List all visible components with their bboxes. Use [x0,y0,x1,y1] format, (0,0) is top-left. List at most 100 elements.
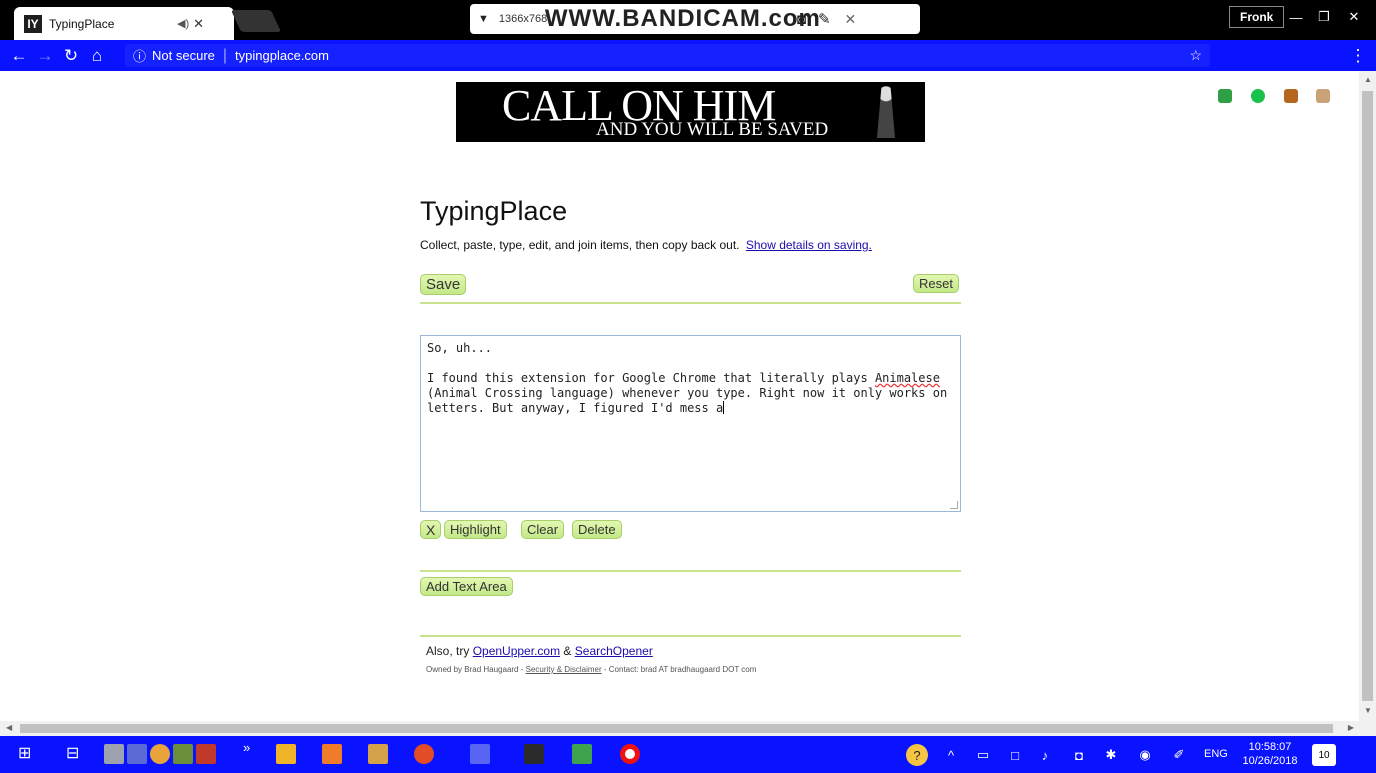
page-title: TypingPlace [420,196,568,226]
language-indicator[interactable]: ENG [1204,748,1228,760]
overflow-chevron-icon[interactable]: » [243,740,250,755]
toolbar: ← → ↻ ⌂ ⓘ Not secure | typingplace.com ☆… [0,40,1376,103]
contact-text: - Contact: brad AT bradhaugaard DOT com [603,665,757,674]
text-line: (Animal Crossing language) whenever you … [427,386,948,415]
extension-icon[interactable] [1284,89,1298,103]
record-tray-icon[interactable]: ◉ [1134,744,1156,766]
banner-figure-image [877,86,895,138]
keyboard-icon[interactable]: ▭ [972,744,994,766]
discord-icon[interactable] [470,744,490,764]
also-prefix: Also, try [426,644,470,658]
info-icon[interactable]: ⓘ [133,46,146,65]
system-clock[interactable]: 10:58:07 10/26/2018 [1238,740,1302,768]
url-text[interactable]: typingplace.com [235,48,329,63]
tab-title: TypingPlace [49,16,115,31]
scroll-down-icon[interactable]: ▼ [1364,706,1372,715]
reload-icon[interactable]: ↻ [58,46,84,66]
description-text: Collect, paste, type, edit, and join ite… [420,238,740,252]
horizontal-scroll-thumb[interactable] [20,724,1333,733]
security-label[interactable]: Not secure [152,48,215,63]
close-window-icon[interactable]: ✕ [1340,6,1368,28]
add-text-area-button[interactable]: Add Text Area [420,577,513,596]
scroll-left-icon[interactable]: ◀ [6,723,12,732]
notifications-icon[interactable]: 10 [1312,744,1336,766]
discord-tray-icon[interactable]: ◘ [1068,744,1090,766]
new-tab-button[interactable] [230,10,282,32]
tab-close-icon[interactable]: ✕ [193,16,204,32]
security-disclaimer-link[interactable]: Security & Disclaimer [526,665,602,674]
minecraft-icon[interactable] [173,744,193,764]
back-arrow-icon[interactable]: ← [6,46,32,66]
volume-icon[interactable]: ♪ [1034,744,1056,766]
openupper-link[interactable]: OpenUpper.com [473,644,560,658]
minimize-icon[interactable]: — [1282,6,1310,28]
divider [420,570,961,572]
text-caret [723,401,725,414]
windows-start-icon[interactable]: ⊞ [18,743,31,763]
app-icon[interactable] [196,744,216,764]
text-line: I found this extension for Google Chrome… [427,371,875,385]
help-icon[interactable]: ? [906,744,928,766]
bandicam-dropdown-icon[interactable]: ▼ [478,13,489,25]
scroll-up-icon[interactable]: ▲ [1364,75,1372,84]
menu-dots-icon[interactable]: ⋮ [1345,46,1371,66]
app-icon[interactable] [104,744,124,764]
browser-titlebar: IY TypingPlace ◀) ✕ ▼ 1366x768 WWW.BANDI… [0,0,1376,40]
task-view-icon[interactable]: ⊟ [66,743,79,763]
record-icon[interactable] [620,744,640,764]
vertical-scroll-thumb[interactable] [1362,91,1373,701]
highlight-button[interactable]: Highlight [444,520,507,539]
address-bar[interactable]: ⓘ Not secure | typingplace.com ☆ [125,44,1210,67]
page-description: Collect, paste, type, edit, and join ite… [420,238,872,252]
bluetooth-icon[interactable]: ✱ [1100,744,1122,766]
misspelled-word: Animalese [874,371,940,385]
bandicam-close-icon[interactable]: ✕ [845,11,857,28]
clear-button[interactable]: Clear [521,520,565,539]
app-icon[interactable] [127,744,147,764]
save-button[interactable]: Save [420,274,467,295]
owned-prefix: Owned by Brad Haugaard - [426,665,524,674]
extension-icon[interactable] [1316,89,1330,103]
also-try-line: Also, try OpenUpper.com & SearchOpener [426,644,653,658]
file-explorer-icon[interactable] [276,744,296,764]
tab-audio-icon[interactable]: ◀) [177,17,189,30]
resize-grip-icon[interactable] [950,501,958,509]
scroll-right-icon[interactable]: ▶ [1348,723,1354,732]
camera-icon[interactable]: ◙ [797,11,806,28]
app-icon[interactable] [524,744,544,764]
show-details-link[interactable]: Show details on saving. [746,238,872,252]
browser-app-icon[interactable] [150,744,170,764]
bandicam-resolution: 1366x768 [498,13,548,25]
home-icon[interactable]: ⌂ [84,46,110,66]
extension-icon[interactable] [1218,89,1232,103]
forward-arrow-icon[interactable]: → [32,46,58,66]
chrome-icon[interactable] [414,744,434,764]
searchopener-link[interactable]: SearchOpener [575,644,653,658]
reset-button[interactable]: Reset [913,274,959,293]
app-icon[interactable] [572,744,592,764]
pencil-icon[interactable]: ✎ [818,10,831,28]
network-icon[interactable]: □ [1004,744,1026,766]
bandicam-overlay: ▼ 1366x768 WWW.BANDICAM.com ◙ ✎ ✕ [470,4,920,34]
profile-button[interactable]: Fronk [1229,6,1285,28]
divider [420,302,961,304]
clock-date: 10/26/2018 [1242,755,1298,767]
tray-chevron-icon[interactable]: ^ [940,744,962,766]
windows-taskbar: ⊞ ⊟ » ? ^ ▭ □ ♪ ◘ ✱ ◉ ✐ ENG 10:58:07 10/… [0,736,1376,773]
browser-tab[interactable]: IY TypingPlace ◀) ✕ [14,7,234,40]
text-area[interactable]: So, uh... I found this extension for Goo… [420,335,961,512]
extension-icon[interactable] [1251,89,1265,103]
bookmark-star-icon[interactable]: ☆ [1189,47,1202,64]
horizontal-scrollbar[interactable]: ◀ ▶ [0,721,1376,736]
vertical-scrollbar[interactable]: ▲ ▼ [1359,71,1376,721]
restore-icon[interactable]: ❐ [1310,6,1338,28]
ad-banner[interactable]: CALL ON HIM AND YOU WILL BE SAVED [456,82,925,142]
footer-credits: Owned by Brad Haugaard - Security & Disc… [426,665,756,674]
delete-button[interactable]: Delete [572,520,622,539]
address-separator: | [222,46,228,64]
app-icon[interactable] [368,744,388,764]
cut-button[interactable]: X [420,520,442,539]
pen-icon[interactable]: ✐ [1168,744,1190,766]
clock-time: 10:58:07 [1248,741,1292,753]
media-player-icon[interactable] [322,744,342,764]
